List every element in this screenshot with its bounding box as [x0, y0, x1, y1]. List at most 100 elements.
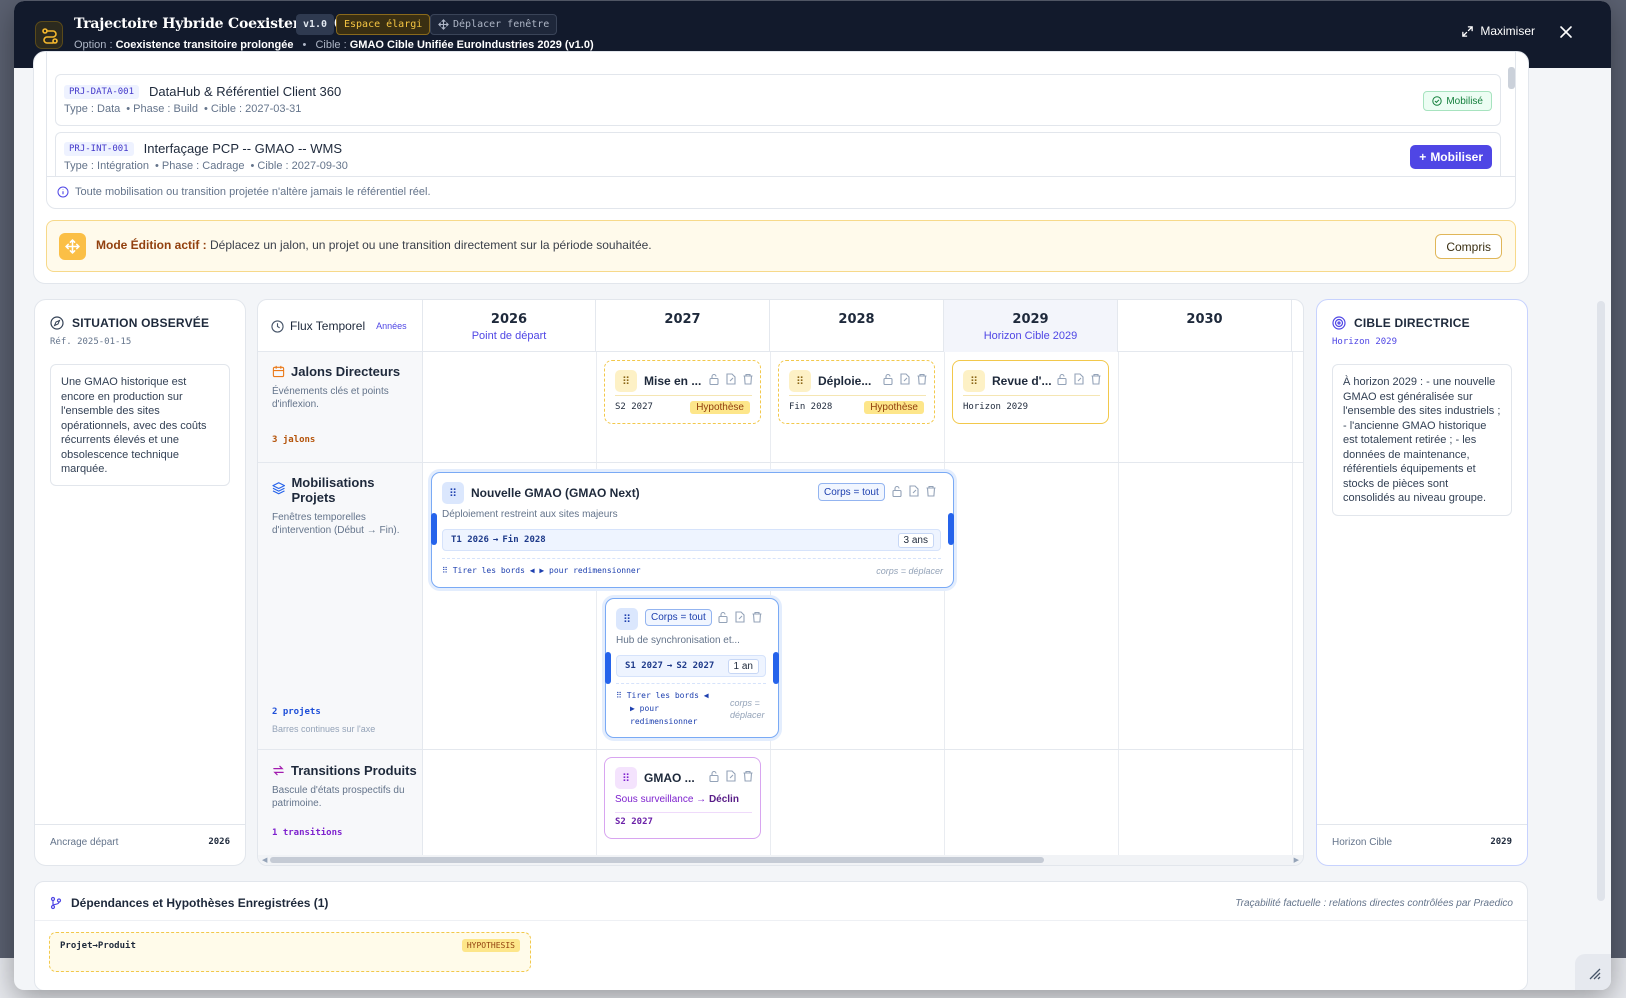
resize-handle-right[interactable]: [773, 652, 779, 684]
unlock-icon[interactable]: [707, 372, 721, 386]
state-from: Sous surveillance: [615, 794, 694, 805]
expand-icon: [1462, 25, 1474, 37]
trash-icon[interactable]: [741, 372, 755, 386]
unlock-icon[interactable]: [1055, 372, 1069, 386]
lane-desc: Bascule d'états prospectifs du patrimoin…: [272, 785, 405, 809]
timeline-scrollbar[interactable]: ◀ ▶: [258, 855, 1303, 865]
workspace-badge: Espace élargi: [336, 14, 431, 35]
timeline-panel: Flux Temporel Années 2026 Point de dépar…: [257, 299, 1304, 866]
scrollbar-thumb[interactable]: [270, 857, 1044, 863]
scroll-right-icon[interactable]: ▶: [1294, 856, 1299, 864]
edit-icon[interactable]: [898, 372, 912, 386]
move-icon: [438, 19, 449, 30]
main-scrollbar[interactable]: [1597, 301, 1605, 901]
lane-divider: [258, 749, 1303, 750]
edit-icon[interactable]: [1072, 372, 1086, 386]
resize-hint-text: Tirer les bords ◀ ▶ pour redimensionner: [626, 691, 709, 726]
move-mode-icon: [59, 233, 86, 260]
lane-count: 1 transitions: [272, 828, 343, 838]
close-button[interactable]: [1559, 25, 1573, 42]
year-column-2028: 2028: [770, 300, 944, 352]
anchor-label: Ancrage départ: [50, 837, 119, 848]
milestone-date: Horizon 2029: [963, 402, 1029, 412]
trash-icon[interactable]: [1089, 372, 1103, 386]
divider: [789, 395, 926, 396]
project-bar[interactable]: ⠿ Nouvelle GMAO (GMAO Next) Corps = tout…: [431, 472, 954, 588]
version-badge: v1.0: [296, 14, 335, 35]
duration-badge: 3 ans: [897, 533, 934, 548]
hypothesis-tag: HYPOTHESIS: [461, 939, 520, 952]
lane-projects: Mobilisations Projets Fenêtres temporell…: [272, 475, 417, 537]
resize-corner[interactable]: [1575, 954, 1611, 990]
duration-badge: 1 an: [727, 659, 759, 674]
year-column-2030: 2030: [1118, 300, 1292, 352]
milestone-card[interactable]: ⠿ Revue d'... Horizon 2029: [952, 360, 1109, 424]
situation-title: SITUATION OBSERVÉE: [72, 316, 210, 330]
divider: [35, 824, 245, 825]
mobilize-button[interactable]: + Mobiliser: [1410, 145, 1492, 169]
git-branch-icon: [50, 896, 62, 910]
project-bar[interactable]: ⠿ Corps = tout Hub de synchronisation et…: [605, 598, 779, 738]
layers-icon: [272, 482, 286, 495]
list-scrollbar[interactable]: [1508, 67, 1515, 89]
edit-mode-label: Mode Édition actif :: [96, 238, 207, 252]
trash-icon[interactable]: [924, 484, 938, 498]
unlock-icon[interactable]: [716, 610, 730, 624]
horizon-label: Horizon Cible: [1332, 837, 1393, 848]
dependencies-panel: Dépendances et Hypothèses Enregistrées (…: [34, 881, 1528, 990]
project-row[interactable]: PRJ-INT-001 Interfaçage PCP -- GMAO -- W…: [55, 132, 1501, 176]
edit-icon[interactable]: [907, 484, 921, 498]
lane-title: Transitions Produits: [291, 763, 417, 778]
drag-dots-icon: ⠿: [442, 566, 453, 575]
move-hint: corps = déplacer: [730, 698, 765, 720]
trash-icon[interactable]: [915, 372, 929, 386]
timeline-title: Flux Temporel: [290, 319, 366, 333]
arrow-right-icon: →: [666, 661, 673, 671]
project-phase: • Phase : Build: [126, 103, 198, 115]
project-name: Interfaçage PCP -- GMAO -- WMS: [143, 141, 343, 156]
transition-card[interactable]: ⠿ GMAO ... Sous surveillance → Déclin S2…: [604, 757, 761, 839]
unlock-icon[interactable]: [881, 372, 895, 386]
trash-icon[interactable]: [750, 610, 764, 624]
divider: [615, 812, 752, 813]
lane-milestones: Jalons Directeurs Événements clés et poi…: [272, 364, 417, 411]
resize-handle-right[interactable]: [948, 513, 954, 545]
lane-desc: Fenêtres temporelles d'intervention (Déb…: [272, 512, 400, 536]
info-note-text: Toute mobilisation ou transition projeté…: [75, 186, 431, 198]
projects-list[interactable]: PRJ-DATA-001 DataHub & Référentiel Clien…: [46, 51, 1516, 209]
lane-count: 2 projets: [272, 707, 321, 717]
dependency-item[interactable]: Projet→Produit HYPOTHESIS: [49, 932, 531, 972]
unlock-icon[interactable]: [890, 484, 904, 498]
unlock-icon[interactable]: [707, 769, 721, 783]
drag-handle-icon[interactable]: ⠿: [442, 482, 464, 504]
scroll-left-icon[interactable]: ◀: [262, 856, 267, 864]
milestone-card[interactable]: ⠿ Mise en ... S2 2027 Hypothèse: [604, 360, 761, 424]
dependency-label: Projet→Produit: [60, 941, 136, 951]
edit-icon[interactable]: [733, 610, 747, 624]
resize-handle-left[interactable]: [431, 513, 437, 545]
project-row[interactable]: PRJ-DATA-001 DataHub & Référentiel Clien…: [55, 74, 1501, 126]
target-text: À horizon 2029 : - une nouvelle GMAO est…: [1332, 364, 1512, 516]
edit-icon[interactable]: [724, 769, 738, 783]
maximize-button[interactable]: Maximiser: [1461, 24, 1535, 38]
resize-handle-left[interactable]: [605, 652, 611, 684]
move-window-button[interactable]: Déplacer fenêtre: [430, 14, 558, 35]
milestone-card[interactable]: ⠿ Déploie... Fin 2028 Hypothèse: [778, 360, 935, 424]
edit-icon[interactable]: [724, 372, 738, 386]
understood-button[interactable]: Compris: [1435, 234, 1502, 259]
swap-icon: [273, 765, 284, 776]
project-phase: • Phase : Cadrage: [155, 160, 245, 172]
milestone-title: Mise en ...: [644, 374, 702, 388]
calendar-icon: [272, 365, 285, 378]
project-bar-desc: Hub de synchronisation et...: [616, 635, 740, 646]
year-label: 2029: [1012, 312, 1049, 327]
drag-handle-icon[interactable]: ⠿: [963, 370, 985, 392]
clock-icon: [271, 319, 284, 333]
drag-handle-icon[interactable]: ⠿: [615, 767, 637, 789]
trajectory-app-icon: [35, 21, 63, 49]
trash-icon[interactable]: [741, 769, 755, 783]
range-start: S1 2027: [625, 661, 663, 671]
drag-handle-icon[interactable]: ⠿: [616, 608, 638, 630]
drag-handle-icon[interactable]: ⠿: [615, 370, 637, 392]
drag-handle-icon[interactable]: ⠿: [789, 370, 811, 392]
